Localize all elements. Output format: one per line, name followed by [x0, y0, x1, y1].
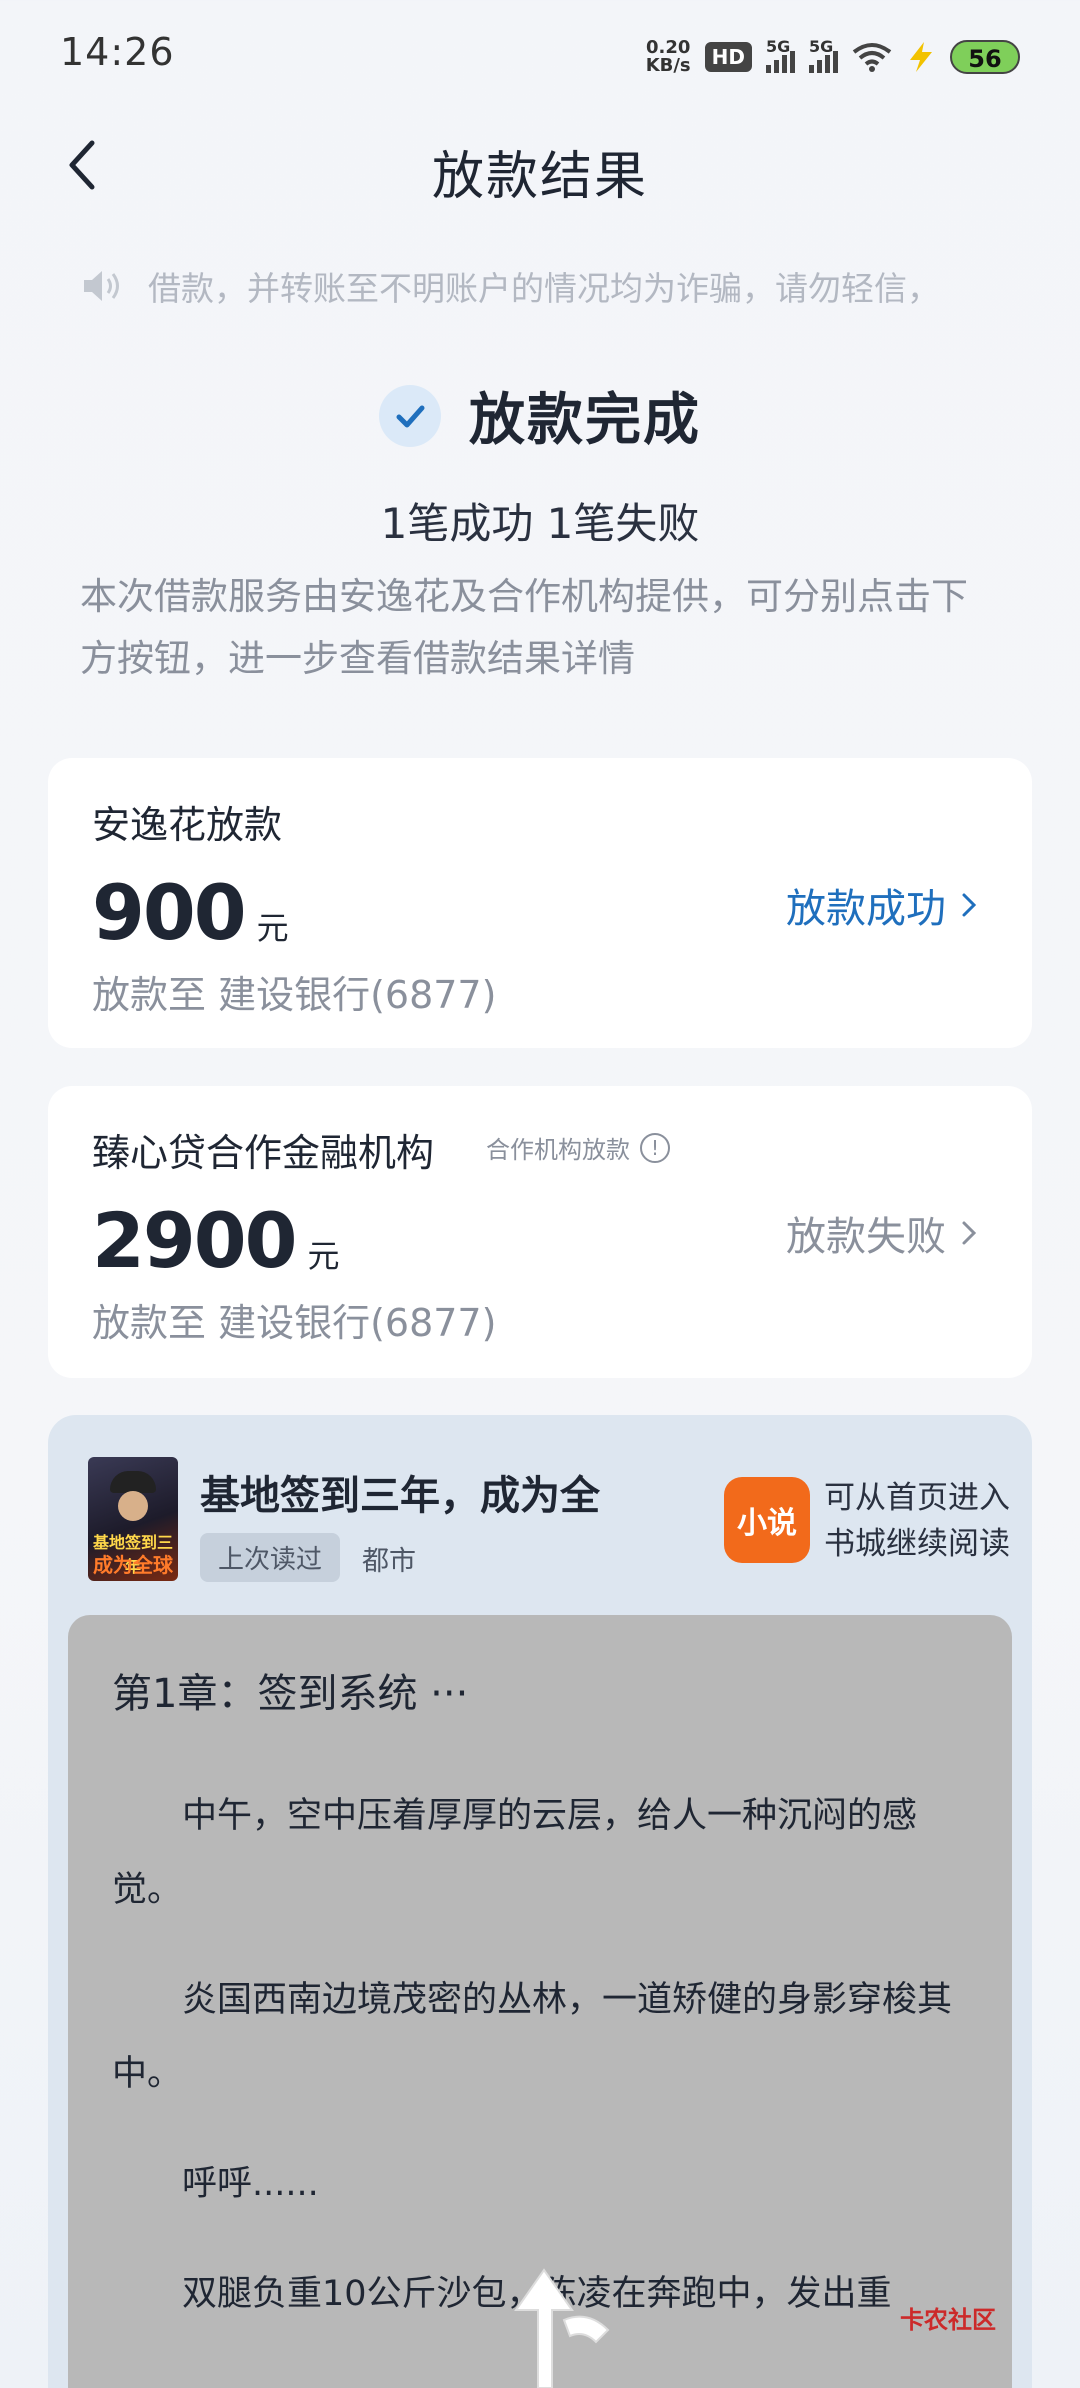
result-summary: 1笔成功 1笔失败	[380, 499, 700, 548]
loan-status-label: 放款失败	[786, 1214, 946, 1260]
amount-unit: 元	[256, 909, 289, 947]
signal-icon-sim1: 5G	[766, 37, 795, 73]
status-time: 14:26	[60, 30, 175, 74]
amount-unit: 元	[307, 1237, 340, 1275]
loan-status-label: 放款成功	[786, 886, 946, 932]
result-description: 本次借款服务由安逸花及合作机构提供，可分别点击下方按钮，进一步查看借款结果详情	[80, 575, 968, 680]
info-icon[interactable]: !	[640, 1132, 670, 1163]
speaker-icon	[84, 271, 119, 301]
watermark-logo: 卡农社区	[900, 2300, 996, 2335]
cover-big-text: 成为全球	[93, 1553, 173, 1577]
hd-icon: HD	[704, 42, 752, 72]
chapter-title: 第1章：签到系统 ···	[112, 1671, 469, 1717]
novel-ad-panel[interactable]: 基地签到三年 成为全球 基地签到三年，成为全 上次读过 都市 小说 可从首页进入…	[48, 1415, 1032, 2388]
fraud-notice-banner: 借款，并转账至不明账户的情况均为诈骗，请勿轻信，	[80, 256, 1000, 316]
loan-amount: 900	[92, 868, 247, 957]
loan-name: 臻心贷合作金融机构	[92, 1131, 435, 1175]
sim2-label: 5G	[809, 37, 834, 56]
notice-text: 借款，并转账至不明账户的情况均为诈骗，请勿轻信，	[148, 269, 940, 308]
result-title: 放款完成	[469, 388, 701, 453]
book-title[interactable]: 基地签到三年，成为全	[200, 1463, 600, 1521]
app-tip: 可从首页进入 书城继续阅读	[824, 1475, 1010, 1567]
partner-tag[interactable]: 合作机构放款 !	[486, 1130, 670, 1165]
swipe-up-gesture-icon	[514, 2268, 610, 2388]
nav-bar: 放款结果	[0, 110, 1080, 220]
loan-card-partner[interactable]: 臻心贷合作金融机构 合作机构放款 ! 2900 元 放款至 建设银行(6877)…	[48, 1086, 1032, 1378]
loan-amount: 2900	[92, 1196, 298, 1285]
app-tip-line2: 书城继续阅读	[824, 1526, 1010, 1562]
loan-card-anyihua[interactable]: 安逸花放款 900 元 放款至 建设银行(6877) 放款成功	[48, 758, 1032, 1048]
signal-icon-sim2: 5G	[809, 37, 838, 73]
network-speed-unit: KB/s	[645, 55, 691, 76]
loan-destination: 放款至 建设银行(6877)	[92, 973, 497, 1017]
chapter-paragraph: 炎国西南边境茂密的丛林，一道矫健的身影穿梭其中。	[112, 1980, 953, 2094]
chapter-paragraph: 中午，空中压着厚厚的云层，给人一种沉闷的感觉。	[112, 1796, 918, 1910]
partner-tag-label: 合作机构放款	[486, 1136, 630, 1164]
loan-name: 安逸花放款	[92, 803, 283, 847]
loan-status-failed-link[interactable]: 放款失败	[786, 1204, 978, 1262]
last-read-badge: 上次读过	[200, 1533, 341, 1582]
charging-icon	[910, 42, 932, 72]
book-genre: 都市	[362, 1546, 416, 1577]
chevron-right-icon	[962, 893, 977, 917]
battery-icon: 56	[950, 40, 1020, 74]
watermark-text: 卡农社区	[900, 2306, 996, 2334]
status-bar: 14:26 0.20 KB/s HD 5G 5G 56	[0, 0, 1080, 110]
network-speed: 0.20 KB/s	[646, 39, 691, 75]
chapter-paragraph: 呼呼......	[182, 2164, 319, 2204]
loan-amount-row: 900 元	[92, 868, 289, 957]
result-header: 放款完成	[0, 375, 1080, 456]
novel-app-logo[interactable]: 小说	[724, 1477, 810, 1563]
wifi-icon	[852, 43, 892, 72]
check-icon	[379, 384, 441, 447]
status-icons: 0.20 KB/s HD 5G 5G 56	[646, 34, 1020, 80]
loan-destination: 放款至 建设银行(6877)	[92, 1301, 497, 1345]
loan-status-success-link[interactable]: 放款成功	[786, 876, 978, 934]
app-tip-line1: 可从首页进入	[824, 1480, 1010, 1516]
book-cover-image[interactable]: 基地签到三年 成为全球	[88, 1457, 178, 1581]
chevron-right-icon	[962, 1221, 977, 1245]
page-title: 放款结果	[431, 147, 648, 207]
sim1-label: 5G	[766, 37, 791, 56]
loan-amount-row: 2900 元	[92, 1196, 340, 1285]
